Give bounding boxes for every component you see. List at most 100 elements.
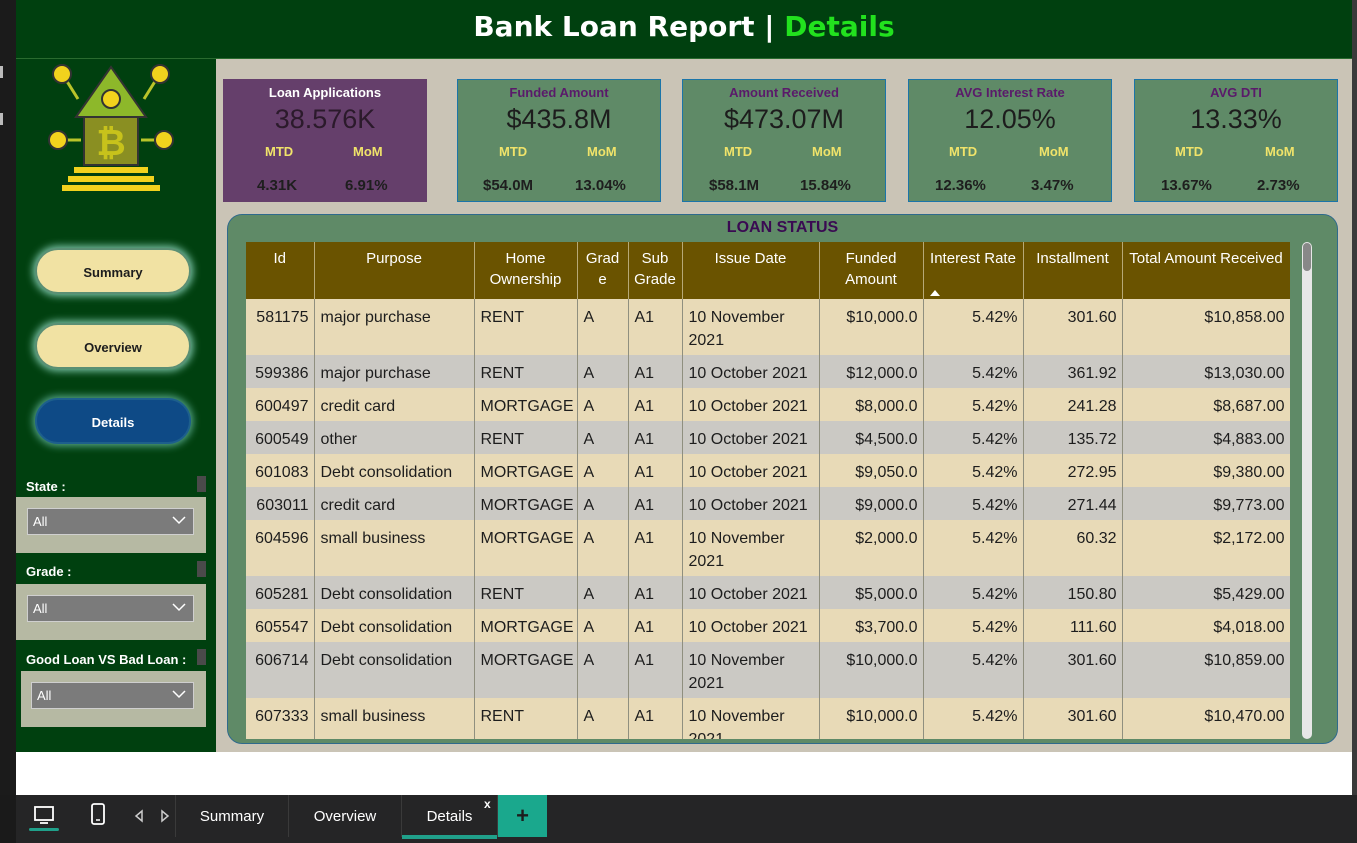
table-cell: 60.32 — [1023, 520, 1123, 576]
nav-summary-button[interactable]: Summary — [35, 248, 191, 294]
kpi-mom-label: MoM — [353, 144, 383, 159]
kpi-mtd-value: $58.1M — [709, 177, 760, 194]
table-cell: major purchase — [314, 299, 475, 355]
left-strip — [0, 0, 16, 795]
table-cell: MORTGAGE — [474, 454, 578, 487]
filter-handle[interactable] — [197, 476, 206, 492]
table-cell: A — [577, 487, 629, 520]
nav-overview-button[interactable]: Overview — [35, 323, 191, 369]
table-cell: credit card — [314, 388, 475, 421]
kpi-mom-label: MoM — [1039, 144, 1069, 159]
table-row[interactable]: 603011 credit card MORTGAGE A A1 10 October 2… — [246, 487, 1290, 520]
table-cell: A — [577, 520, 629, 576]
sort-ascending-icon[interactable] — [929, 290, 940, 296]
table-cell: $10,858.00 — [1122, 299, 1290, 355]
table-cell: 5.42% — [923, 388, 1024, 421]
table-cell: MORTGAGE — [474, 609, 578, 642]
grade-dropdown[interactable]: All — [27, 595, 194, 622]
state-dropdown[interactable]: All — [27, 508, 194, 535]
tab-overview[interactable]: Overview — [289, 795, 402, 837]
table-cell: MORTGAGE — [474, 487, 578, 520]
table-cell: RENT — [474, 421, 578, 454]
state-filter-label: State : — [26, 479, 66, 494]
table-cell: 5.42% — [923, 520, 1024, 576]
table-cell: 5.42% — [923, 642, 1024, 698]
table-cell: 301.60 — [1023, 698, 1123, 739]
kpi-mtd-label: MTD — [1175, 144, 1204, 159]
filter-handle[interactable] — [197, 561, 206, 577]
table-cell: $10,000.0 — [819, 299, 924, 355]
desktop-icon[interactable] — [29, 801, 59, 831]
table-row[interactable]: 607333small businessRENTAA110 November 2… — [246, 698, 1290, 739]
column-header[interactable]: Sub Grade — [628, 242, 683, 299]
column-header[interactable]: Home Ownership — [474, 242, 578, 299]
table-cell: A1 — [628, 520, 683, 576]
bank-bitcoin-logo-icon: ₿ — [48, 64, 174, 191]
column-header[interactable]: Interest Rate — [923, 242, 1024, 299]
table-row[interactable]: 606714 Debt consolidation MORTGAGE A A1 10 No… — [246, 642, 1290, 698]
kpi-title: Funded Amount — [509, 85, 609, 100]
close-tab-icon[interactable]: x — [484, 797, 491, 811]
table-cell: $12,000.0 — [819, 355, 924, 388]
column-header[interactable]: Id — [246, 242, 315, 299]
scrollbar-thumb[interactable] — [1303, 243, 1311, 271]
table-cell: Debt consolidation — [314, 642, 475, 698]
phone-icon[interactable] — [83, 801, 113, 831]
table-cell: 5.42% — [923, 299, 1024, 355]
table-cell: $8,000.0 — [819, 388, 924, 421]
table-row[interactable]: 600497 credit card MORTGAGE A A1 10 October 2… — [246, 388, 1290, 421]
table-cell: $4,883.00 — [1122, 421, 1290, 454]
loan-quality-dropdown[interactable]: All — [31, 682, 194, 709]
table-cell: small business — [314, 698, 475, 739]
column-header[interactable]: Installment — [1023, 242, 1123, 299]
column-header[interactable]: Funded Amount — [819, 242, 924, 299]
table-cell: A — [577, 299, 629, 355]
table-cell: A — [577, 355, 629, 388]
table-row[interactable]: 601083 Debt consolidation MORTGAGE A A1 10 Oc… — [246, 454, 1290, 487]
nav-details-button[interactable]: Details — [35, 398, 191, 444]
column-header[interactable]: Issue Date — [682, 242, 820, 299]
chevron-down-icon — [172, 603, 186, 612]
table-scrollbar[interactable] — [1302, 242, 1312, 739]
table-cell: A1 — [628, 388, 683, 421]
kpi-title: Loan Applications — [268, 85, 382, 100]
table-title: LOAN STATUS — [726, 219, 839, 236]
filter-handle[interactable] — [197, 649, 206, 665]
kpi-mom-label: MoM — [1265, 144, 1295, 159]
table-row[interactable]: 599386 major purchase RENT A A1 10 October 20… — [246, 355, 1290, 388]
column-header[interactable]: Grad e — [577, 242, 629, 299]
loan-status-panel: LOAN STATUS Id Purpose Home Ownership Grad … — [227, 214, 1338, 744]
kpi-value: $473.07M — [723, 104, 845, 134]
column-header[interactable]: Purpose — [314, 242, 475, 299]
kpi-mom-value: 6.91% — [345, 177, 388, 194]
table-cell: 604596 — [246, 520, 315, 576]
column-header[interactable]: Total Amount Received — [1122, 242, 1290, 299]
table-row[interactable]: 581175 major purchase RENT A A1 10 November 2… — [246, 299, 1290, 355]
table-cell: $5,000.0 — [819, 576, 924, 609]
table-cell: 601083 — [246, 454, 315, 487]
table-cell: 5.42% — [923, 454, 1024, 487]
kpi-mtd-label: MTD — [949, 144, 978, 159]
table-row[interactable]: 605281 Debt consolidation RENT A A1 10 Octobe… — [246, 576, 1290, 609]
add-page-button[interactable]: + — [498, 795, 547, 837]
kpi-mom-label: MoM — [812, 144, 842, 159]
table-cell: 10 October 2021 — [682, 609, 820, 642]
kpi-mom-label: MoM — [587, 144, 617, 159]
strip-marker — [0, 113, 3, 125]
table-cell: A1 — [628, 698, 683, 739]
report-header: Bank Loan Report | Details — [16, 0, 1352, 59]
table-cell: 5.42% — [923, 576, 1024, 609]
table-cell: $13,030.00 — [1122, 355, 1290, 388]
table-cell: 271.44 — [1023, 487, 1123, 520]
kpi-mom-value: 2.73% — [1257, 177, 1300, 194]
right-edge — [1352, 0, 1357, 795]
loan-quality-filter-label: Good Loan VS Bad Loan : — [26, 652, 187, 667]
table-cell: MORTGAGE — [474, 388, 578, 421]
tab-summary[interactable]: Summary — [175, 795, 289, 837]
loan-quality-dropdown-value: All — [37, 688, 52, 703]
table-row[interactable]: 604596 small business MORTGAGE A A1 10 Novemb… — [246, 520, 1290, 576]
table-row[interactable]: 600549 other RENT A A1 10 October 2021 $4,500.… — [246, 421, 1290, 454]
table-row[interactable]: 605547 Debt consolidation MORTGAGE A A1 10 Oc… — [246, 609, 1290, 642]
kpi-value: 38.576K — [274, 104, 376, 134]
table-cell: 10 October 2021 — [682, 355, 820, 388]
